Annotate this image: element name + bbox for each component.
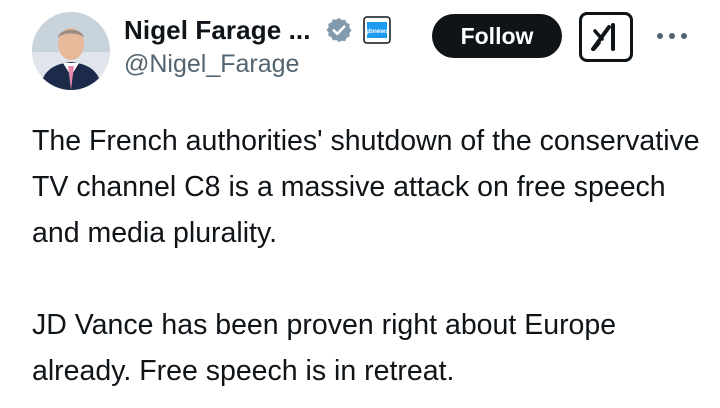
tweet-header: Nigel Farage ... gbnews @Nigel_Farage Fo… <box>0 0 720 100</box>
grok-button[interactable] <box>579 12 633 62</box>
tweet-paragraph: JD Vance has been proven right about Eur… <box>32 309 617 387</box>
tweet-text: The French authorities' shutdown of the … <box>32 118 702 394</box>
author-display-name[interactable]: Nigel Farage ... <box>124 15 311 46</box>
tweet-paragraph: The French authorities' shutdown of the … <box>32 125 700 249</box>
gb-news-affiliate-icon[interactable]: gbnews <box>362 16 391 44</box>
avatar-photo <box>32 12 110 90</box>
follow-button[interactable]: Follow <box>432 14 562 58</box>
avatar[interactable] <box>32 12 110 90</box>
more-options-icon <box>657 33 687 39</box>
author-handle[interactable]: @Nigel_Farage <box>124 50 299 79</box>
grok-icon <box>591 23 615 51</box>
more-options-button[interactable] <box>652 20 692 52</box>
affiliate-badge-text: gbnews <box>364 28 389 35</box>
verified-badge-icon[interactable] <box>325 16 353 44</box>
author-name-row: Nigel Farage ... gbnews <box>124 12 391 48</box>
